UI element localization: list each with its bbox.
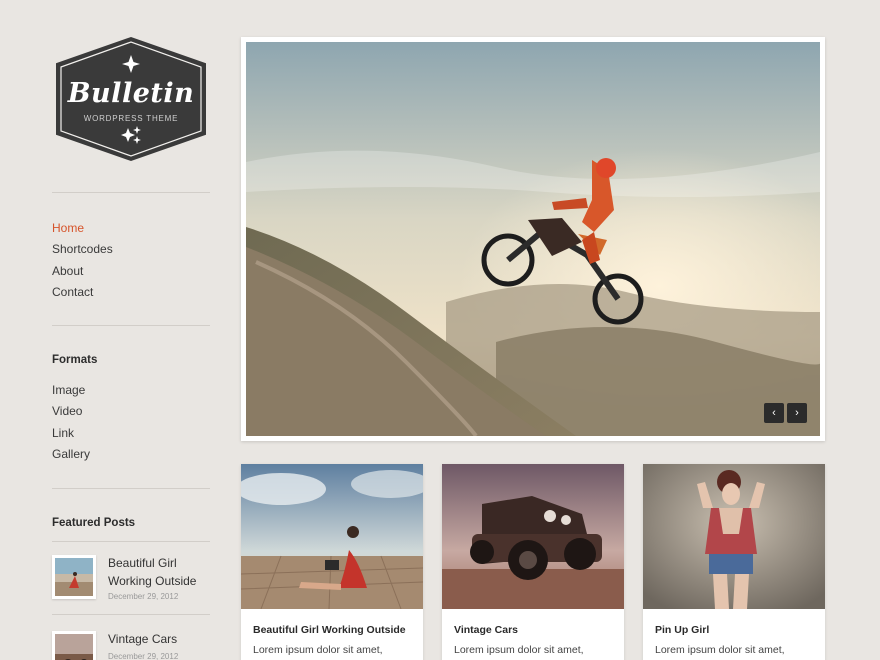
- post-card-title[interactable]: Vintage Cars: [454, 624, 518, 636]
- slider-image[interactable]: [246, 42, 820, 436]
- nav-item-shortcodes[interactable]: Shortcodes: [52, 239, 113, 260]
- nav-item-home[interactable]: Home: [52, 218, 113, 239]
- nav-item-about[interactable]: About: [52, 261, 113, 282]
- post-card-excerpt: Lorem ipsum dolor sit amet,: [454, 644, 584, 656]
- divider: [52, 541, 210, 542]
- divider: [52, 488, 210, 489]
- divider: [52, 614, 210, 615]
- post-card[interactable]: Vintage Cars Lorem ipsum dolor sit amet,: [442, 464, 624, 660]
- post-card[interactable]: Beautiful Girl Working Outside Lorem ips…: [241, 464, 423, 660]
- post-card-excerpt: Lorem ipsum dolor sit amet,: [253, 644, 383, 656]
- formats-heading: Formats: [52, 354, 98, 366]
- featured-post-thumbnail[interactable]: [52, 555, 96, 599]
- post-card-title[interactable]: Beautiful Girl Working Outside: [253, 624, 406, 636]
- main-nav: Home Shortcodes About Contact: [52, 218, 113, 303]
- featured-post-thumbnail[interactable]: [52, 631, 96, 660]
- chevron-left-icon: ‹: [772, 407, 776, 419]
- featured-post-title[interactable]: Beautiful Girl Working Outside: [108, 555, 212, 590]
- slider-prev-button[interactable]: ‹: [764, 403, 784, 423]
- featured-slider: ‹ ›: [241, 37, 825, 441]
- formats-list: Image Video Link Gallery: [52, 380, 90, 465]
- divider: [52, 192, 210, 193]
- logo-title: Bulletin: [67, 78, 195, 109]
- chevron-right-icon: ›: [795, 407, 799, 419]
- post-card[interactable]: Pin Up Girl Lorem ipsum dolor sit amet,: [643, 464, 825, 660]
- slider-next-button[interactable]: ›: [787, 403, 807, 423]
- site-logo[interactable]: Bulletin WORDPRESS THEME: [52, 36, 210, 162]
- post-card-image[interactable]: [442, 464, 624, 609]
- format-item-link[interactable]: Link: [52, 423, 90, 444]
- post-card-excerpt: Lorem ipsum dolor sit amet,: [655, 644, 785, 656]
- format-item-video[interactable]: Video: [52, 401, 90, 422]
- featured-posts-heading: Featured Posts: [52, 517, 136, 529]
- post-card-image[interactable]: [241, 464, 423, 609]
- featured-post-title[interactable]: Vintage Cars: [108, 631, 212, 649]
- divider: [52, 325, 210, 326]
- logo-subtitle: WORDPRESS THEME: [83, 114, 179, 123]
- featured-post-date: December 29, 2012: [108, 592, 179, 601]
- format-item-image[interactable]: Image: [52, 380, 90, 401]
- post-card-image[interactable]: [643, 464, 825, 609]
- featured-post-date: December 29, 2012: [108, 652, 179, 660]
- nav-item-contact[interactable]: Contact: [52, 282, 113, 303]
- format-item-gallery[interactable]: Gallery: [52, 444, 90, 465]
- post-card-title[interactable]: Pin Up Girl: [655, 624, 709, 636]
